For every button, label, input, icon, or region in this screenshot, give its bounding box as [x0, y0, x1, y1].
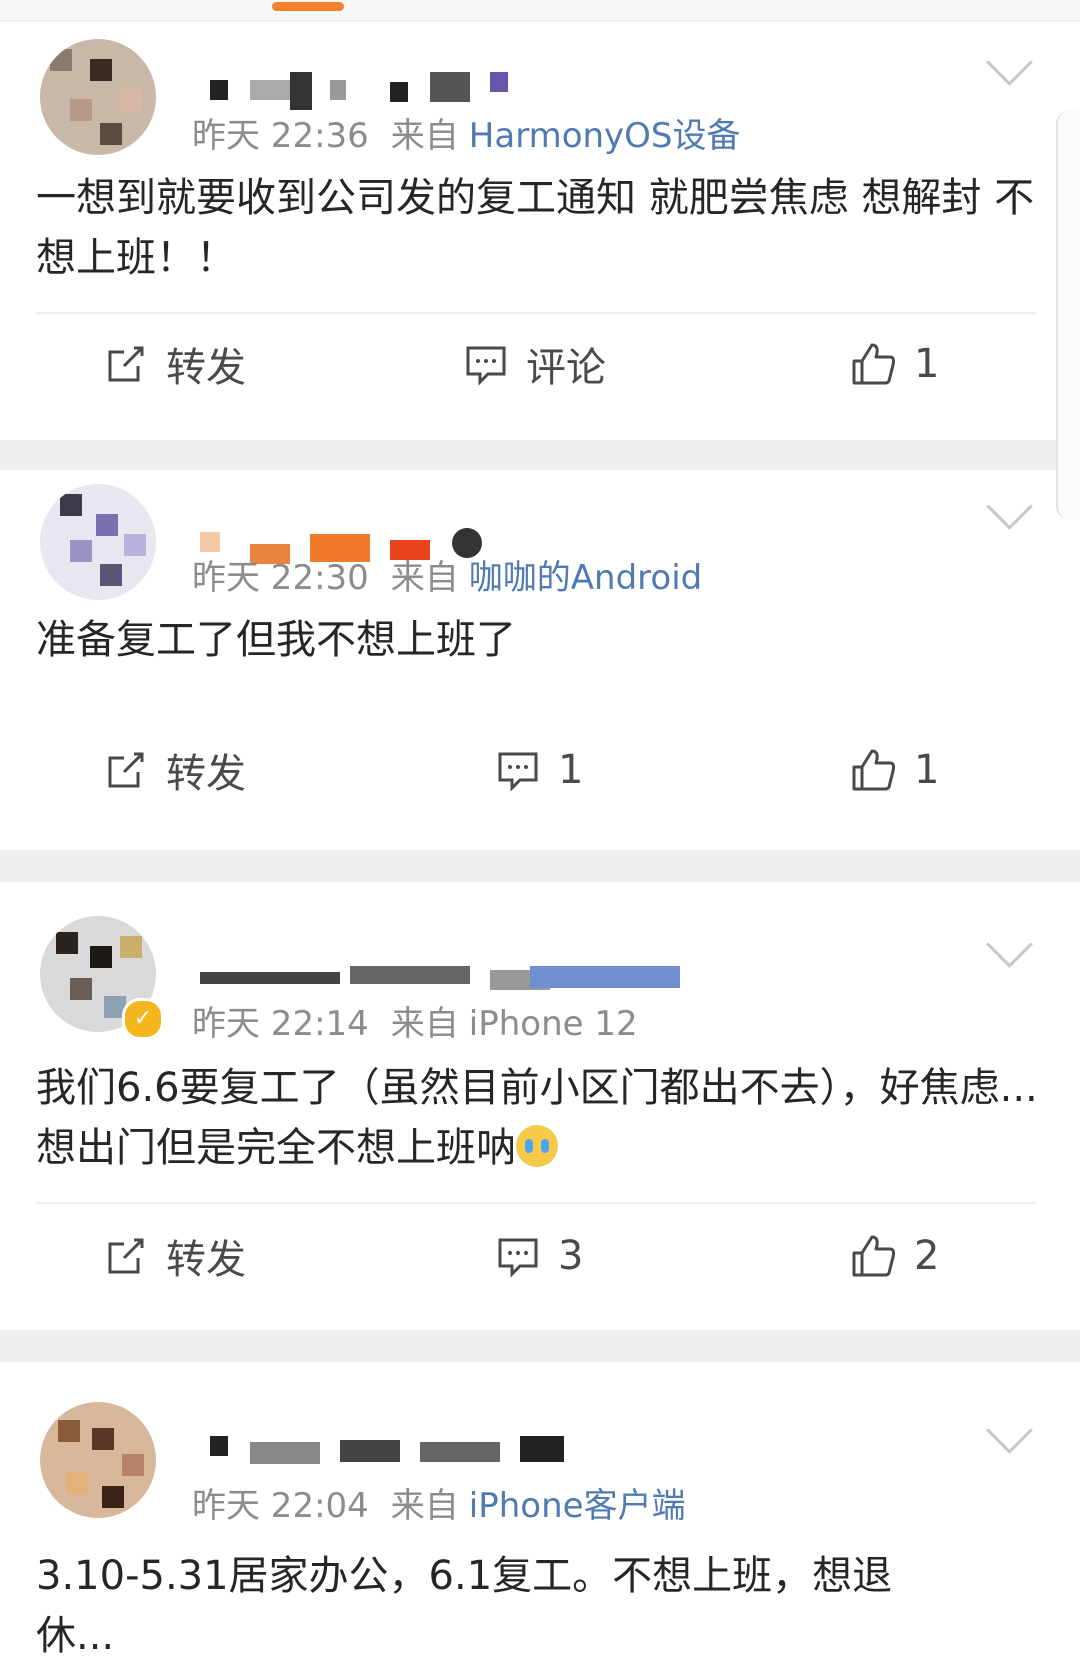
like-count: 2 [914, 1233, 940, 1279]
top-strip [0, 0, 1080, 20]
source-label: 来自 [390, 1486, 459, 1526]
post-time: 昨天 22:30 [192, 558, 369, 598]
post-card-2[interactable]: 昨天 22:30 来自 咖咖的Android 准备复工了但我不想上班了 转发 1 1 [0, 470, 1080, 850]
post-meta: 昨天 22:04 来自 iPhone客户端 [192, 1478, 686, 1527]
like-icon [852, 749, 896, 791]
chevron-down-icon[interactable] [986, 39, 1033, 86]
source-link[interactable]: iPhone客户端 [469, 1486, 686, 1526]
post-text: 一想到就要收到公司发的复工通知 就肥尝焦虑 想解封 不想上班！！ [36, 175, 1035, 281]
comment-icon [466, 346, 506, 386]
source-label: 来自 [390, 116, 459, 156]
post-time: 昨天 22:14 [192, 1004, 369, 1044]
divider [36, 1202, 1036, 1204]
comment-button[interactable]: 3 [496, 1226, 583, 1286]
chevron-down-icon[interactable] [986, 1407, 1033, 1454]
active-tab-indicator [272, 2, 344, 11]
source-link[interactable]: 咖咖的Android [469, 558, 702, 598]
divider [36, 312, 1036, 314]
crying-emoji [516, 1125, 558, 1167]
post-text: 3.10-5.31居家办公，6.1复工。不想上班，想退休... [36, 1553, 893, 1659]
repost-label: 转发 [166, 1237, 246, 1283]
source-text: iPhone 12 [468, 1004, 638, 1044]
repost-label: 转发 [166, 345, 246, 391]
avatar[interactable] [40, 1402, 156, 1518]
username-redacted[interactable] [190, 1426, 610, 1476]
post-card-1[interactable]: 昨天 22:36 来自 HarmonyOS设备 一想到就要收到公司发的复工通知 就肥… [0, 22, 1080, 440]
source-label: 来自 [390, 558, 459, 598]
repost-button[interactable]: 转发 [104, 334, 246, 394]
post-time: 昨天 22:36 [192, 116, 369, 156]
username-redacted[interactable] [190, 952, 710, 1002]
post-meta: 昨天 22:14 来自 iPhone 12 [192, 996, 638, 1045]
post-text: 我们6.6要复工了（虽然目前小区门都出不去），好焦虑...想出门但是完全不想上班… [36, 1058, 1046, 1178]
repost-icon [108, 1238, 144, 1274]
post-card-4[interactable]: 昨天 22:04 来自 iPhone客户端 3.10-5.31居家办公，6.1复工。… [0, 1362, 1080, 1674]
verified-badge-icon: ✓ [122, 998, 164, 1040]
like-count: 1 [914, 747, 940, 793]
post-card-3[interactable]: ✓ 昨天 22:14 来自 iPhone 12 我们6.6要复工了（虽然目前小区门都… [0, 882, 1080, 1330]
like-icon [852, 343, 896, 385]
chevron-down-icon[interactable] [986, 921, 1033, 968]
repost-button[interactable]: 转发 [104, 1226, 246, 1286]
repost-button[interactable]: 转发 [104, 740, 246, 800]
comment-count: 3 [558, 1233, 584, 1279]
chevron-down-icon[interactable] [986, 483, 1033, 530]
scrollbar[interactable] [1056, 110, 1080, 520]
comment-count: 1 [558, 747, 584, 793]
post-text: 准备复工了但我不想上班了 [36, 617, 516, 663]
comment-label: 评论 [526, 345, 606, 391]
post-meta: 昨天 22:30 来自 咖咖的Android [192, 550, 702, 599]
avatar[interactable] [40, 484, 156, 600]
username-redacted[interactable] [190, 62, 550, 112]
comment-button[interactable]: 评论 [464, 334, 606, 394]
like-icon [852, 1235, 896, 1277]
comment-button[interactable]: 1 [496, 740, 583, 800]
source-link[interactable]: HarmonyOS设备 [469, 116, 741, 156]
comment-icon [498, 1238, 538, 1278]
like-button[interactable]: 1 [850, 334, 939, 394]
post-time: 昨天 22:04 [192, 1486, 369, 1526]
repost-icon [108, 752, 144, 788]
comment-icon [498, 752, 538, 792]
like-button[interactable]: 2 [850, 1226, 939, 1286]
avatar[interactable] [40, 39, 156, 155]
repost-label: 转发 [166, 751, 246, 797]
like-button[interactable]: 1 [850, 740, 939, 800]
repost-icon [108, 346, 144, 382]
like-count: 1 [914, 341, 940, 387]
source-label: 来自 [390, 1004, 459, 1044]
post-meta: 昨天 22:36 来自 HarmonyOS设备 [192, 108, 741, 157]
